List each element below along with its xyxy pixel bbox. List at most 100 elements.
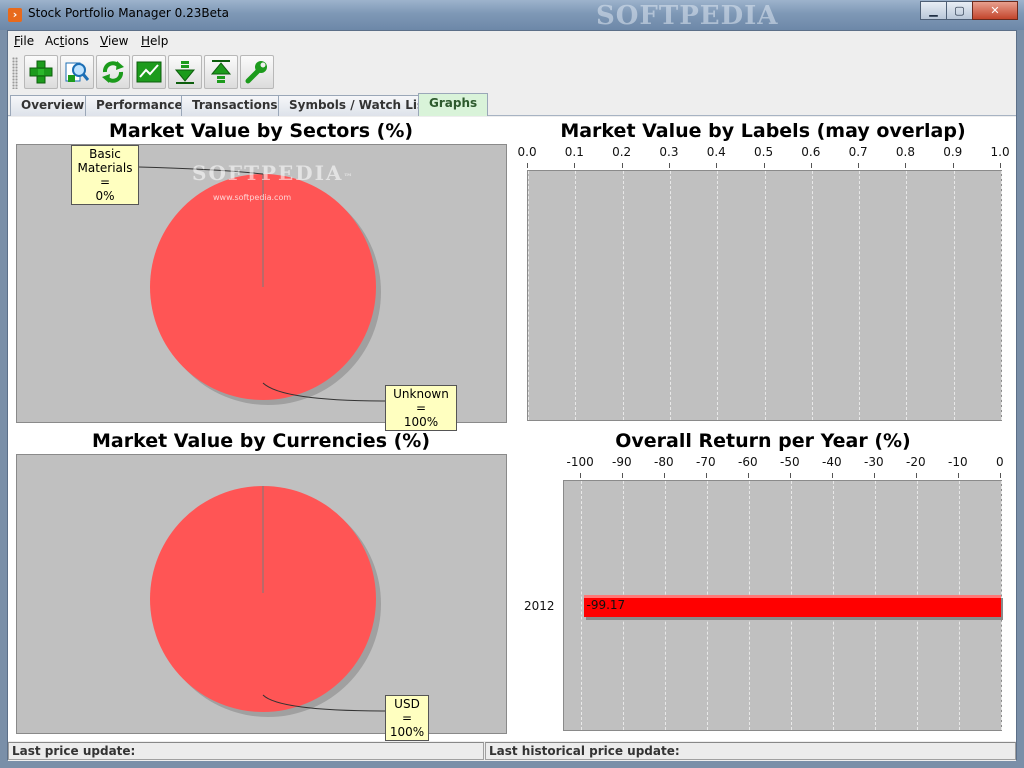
softpedia-watermark: SOFTPEDIA™: [192, 161, 354, 185]
app-icon[interactable]: ›: [8, 8, 22, 22]
labels-tick-label: 0.6: [801, 145, 821, 159]
label-basic-materials: Basic Materials = 0%: [71, 145, 139, 205]
returns-chart-title: Overall Return per Year (%): [615, 430, 911, 452]
menu-help-mnemonic: H: [141, 34, 151, 48]
returns-tick-mark: [790, 473, 791, 478]
returns-tick-label: -90: [612, 455, 632, 469]
search-button[interactable]: [60, 55, 94, 89]
returns-tick-mark: [580, 473, 581, 478]
label-basic-materials-value: 0%: [95, 189, 115, 203]
returns-bar-2012[interactable]: [584, 594, 1001, 617]
label-usd: USD = 100%: [385, 695, 429, 741]
menu-bar: File Actions View Help: [8, 31, 1016, 53]
minimize-button[interactable]: ▁: [920, 1, 947, 20]
label-basic-materials-line1: Basic: [89, 147, 121, 161]
close-button[interactable]: ✕: [972, 1, 1018, 20]
labels-tick-mark: [716, 163, 718, 168]
softpedia-url-watermark: www.softpedia.com: [213, 193, 292, 202]
window-controls: ▁ ▢ ✕: [920, 1, 1018, 20]
labels-gridline: [528, 171, 529, 420]
add-button[interactable]: [24, 55, 58, 89]
currencies-pie-plot: USD = 100%: [16, 454, 507, 741]
labels-tick-label: 1.0: [990, 145, 1010, 159]
returns-gridline: [581, 481, 582, 730]
import-button[interactable]: [168, 55, 202, 89]
label-unknown-value: 100%: [403, 415, 439, 429]
labels-gridline: [764, 171, 766, 420]
sectors-pie-plot: SOFTPEDIA™ www.softpedia.com Basic Mater…: [16, 144, 507, 431]
returns-tick-label: -70: [696, 455, 716, 469]
labels-tick-label: 0.2: [612, 145, 632, 159]
label-basic-materials-line2: Materials =: [77, 161, 133, 189]
download-arrow-icon: [174, 61, 196, 84]
labels-tick-mark: [668, 163, 670, 168]
returns-tick-mark: [916, 473, 917, 478]
menu-help[interactable]: Help: [141, 34, 168, 48]
tab-performance[interactable]: Performance: [85, 95, 194, 116]
toolbar: [8, 53, 1016, 93]
labels-tick-label: 0.3: [659, 145, 679, 159]
toolbar-grip[interactable]: [12, 57, 18, 89]
refresh-icon: [102, 61, 124, 83]
labels-gridline: [669, 171, 671, 420]
label-usd-value: 100%: [389, 725, 425, 739]
returns-tick-label: -20: [906, 455, 926, 469]
tab-symbols-watch-list[interactable]: Symbols / Watch List: [278, 95, 441, 116]
returns-category-label: 2012: [524, 599, 555, 613]
returns-tick-mark: [832, 473, 833, 478]
export-button[interactable]: [204, 55, 238, 89]
menu-actions[interactable]: Actions: [45, 34, 89, 48]
tab-overview[interactable]: Overview: [10, 95, 96, 116]
sectors-chart-title: Market Value by Sectors (%): [108, 120, 414, 142]
settings-button[interactable]: [240, 55, 274, 89]
app-window: › Stock Portfolio Manager 0.23Beta SOFTP…: [0, 0, 1024, 768]
returns-tick-mark: [874, 473, 875, 478]
softpedia-watermark-tm: ™: [343, 173, 355, 183]
returns-tick-label: -100: [566, 455, 594, 469]
labels-tick-mark: [952, 163, 954, 168]
returns-gridline: [1001, 481, 1002, 730]
labels-gridline: [622, 171, 624, 420]
labels-tick-label: 0.1: [564, 145, 584, 159]
labels-tick-mark: [621, 163, 623, 168]
status-bar: Last price update: Last historical price…: [8, 741, 1016, 761]
labels-gridline: [953, 171, 955, 420]
labels-gridline: [1001, 171, 1002, 420]
labels-x-axis: 0.0 0.1 0.2 0.3 0.4 0.5 0.6 0.7 0.8 0.9 1.0: [516, 145, 1010, 169]
tab-transactions[interactable]: Transactions: [181, 95, 289, 116]
labels-bar-plot: [527, 170, 1002, 421]
softpedia-watermark-logo: SOFTPEDIA: [596, 1, 779, 31]
returns-x-axis: -100 -90 -80 -70 -60 -50 -40 -30 -20 -10 0: [556, 455, 1010, 479]
labels-chart-title: Market Value by Labels (may overlap): [560, 120, 966, 142]
search-magnifier-icon: [65, 62, 90, 82]
returns-tick-mark: [664, 473, 665, 478]
labels-tick-label: 0.4: [706, 145, 726, 159]
status-last-historical-update: Last historical price update:: [485, 742, 1016, 760]
tab-graphs[interactable]: Graphs: [418, 93, 489, 116]
softpedia-watermark-text: SOFTPEDIA: [192, 161, 344, 185]
menu-view-mnemonic: V: [100, 34, 108, 48]
menu-actions-label-a: Ac: [45, 34, 60, 48]
returns-tick-mark: [958, 473, 959, 478]
maximize-button[interactable]: ▢: [946, 1, 973, 20]
returns-tick-label: -80: [654, 455, 674, 469]
graphs-panel: Market Value by Sectors (%) SOFTPEDIA™ w…: [8, 117, 1016, 741]
labels-tick-label: 0.5: [754, 145, 774, 159]
chart-line-icon: [136, 61, 162, 83]
menu-view[interactable]: View: [100, 34, 128, 48]
returns-tick-label: -50: [780, 455, 800, 469]
title-bar[interactable]: › Stock Portfolio Manager 0.23Beta SOFTP…: [0, 0, 1024, 31]
labels-tick-mark: [527, 163, 528, 168]
client-area: File Actions View Help Overview Performa…: [7, 30, 1017, 761]
returns-tick-label: -60: [738, 455, 758, 469]
chart-button[interactable]: [132, 55, 166, 89]
labels-tick-label: 0.7: [848, 145, 868, 159]
labels-tick-label: 0.9: [943, 145, 963, 159]
refresh-button[interactable]: [96, 55, 130, 89]
labels-tick-mark: [1000, 163, 1001, 168]
upload-arrow-icon: [210, 60, 232, 83]
label-unknown-line1: Unknown =: [393, 387, 449, 415]
menu-file-label: ile: [20, 34, 35, 48]
labels-tick-mark: [574, 163, 576, 168]
menu-file[interactable]: File: [14, 34, 34, 48]
